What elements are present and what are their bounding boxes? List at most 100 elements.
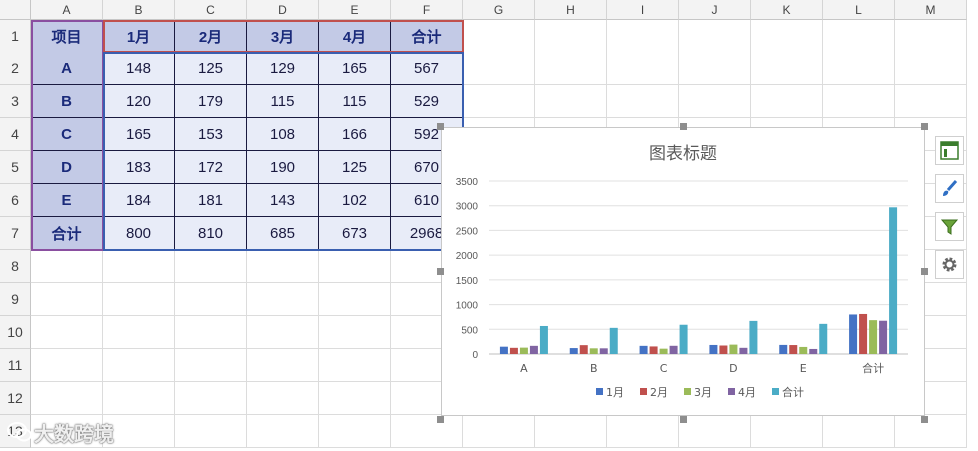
empty-cell[interactable]	[31, 349, 103, 382]
row-header[interactable]: 6	[0, 184, 31, 217]
empty-cell[interactable]	[175, 415, 247, 448]
table-row-label-cell[interactable]: B	[31, 85, 103, 118]
table-value-cell[interactable]: 166	[319, 118, 391, 151]
table-header-cell[interactable]: 合计	[391, 20, 463, 53]
resize-handle[interactable]	[921, 268, 928, 275]
empty-cell[interactable]	[463, 415, 535, 448]
empty-cell[interactable]	[679, 85, 751, 118]
empty-cell[interactable]	[895, 85, 967, 118]
empty-cell[interactable]	[247, 349, 319, 382]
empty-cell[interactable]	[175, 349, 247, 382]
empty-cell[interactable]	[607, 52, 679, 85]
empty-cell[interactable]	[679, 20, 751, 53]
empty-cell[interactable]	[895, 52, 967, 85]
table-value-cell[interactable]: 115	[319, 85, 391, 118]
column-header[interactable]: I	[607, 0, 679, 20]
empty-cell[interactable]	[319, 415, 391, 448]
table-header-cell[interactable]: 2月	[175, 20, 247, 53]
resize-handle[interactable]	[680, 123, 687, 130]
row-header[interactable]: 5	[0, 151, 31, 184]
empty-cell[interactable]	[247, 382, 319, 415]
empty-cell[interactable]	[247, 250, 319, 283]
table-value-cell[interactable]: 190	[247, 151, 319, 184]
row-header[interactable]: 2	[0, 52, 31, 85]
column-header[interactable]: C	[175, 0, 247, 20]
resize-handle[interactable]	[437, 268, 444, 275]
table-value-cell[interactable]: 165	[103, 118, 175, 151]
table-row-label-cell[interactable]: C	[31, 118, 103, 151]
table-header-cell[interactable]: 3月	[247, 20, 319, 53]
chart-object[interactable]: 图表标题 0 500 1000 1500 2000 2500 3000 3500 A B C D E 合计 1…	[441, 127, 925, 416]
table-value-cell[interactable]: 172	[175, 151, 247, 184]
empty-cell[interactable]	[679, 52, 751, 85]
table-value-cell[interactable]: 165	[319, 52, 391, 85]
empty-cell[interactable]	[319, 382, 391, 415]
table-row-label-cell[interactable]: D	[31, 151, 103, 184]
empty-cell[interactable]	[463, 20, 535, 53]
empty-cell[interactable]	[895, 415, 967, 448]
table-value-cell[interactable]: 184	[103, 184, 175, 217]
table-value-cell[interactable]: 181	[175, 184, 247, 217]
empty-cell[interactable]	[679, 415, 751, 448]
column-header[interactable]: D	[247, 0, 319, 20]
table-value-cell[interactable]: 115	[247, 85, 319, 118]
column-header[interactable]: M	[895, 0, 967, 20]
table-header-cell[interactable]: 项目	[31, 20, 103, 53]
column-header[interactable]: J	[679, 0, 751, 20]
empty-cell[interactable]	[823, 52, 895, 85]
resize-handle[interactable]	[437, 416, 444, 423]
column-header[interactable]: E	[319, 0, 391, 20]
empty-cell[interactable]	[247, 316, 319, 349]
column-header[interactable]: A	[31, 0, 103, 20]
column-header[interactable]: F	[391, 0, 463, 20]
empty-cell[interactable]	[463, 85, 535, 118]
table-value-cell[interactable]: 183	[103, 151, 175, 184]
empty-cell[interactable]	[895, 20, 967, 53]
empty-cell[interactable]	[175, 283, 247, 316]
table-row-label-cell[interactable]: E	[31, 184, 103, 217]
row-header[interactable]: 1	[0, 20, 31, 53]
empty-cell[interactable]	[31, 283, 103, 316]
empty-cell[interactable]	[103, 349, 175, 382]
table-value-cell[interactable]: 673	[319, 217, 391, 250]
empty-cell[interactable]	[31, 316, 103, 349]
chart-styles-button[interactable]	[935, 174, 964, 203]
empty-cell[interactable]	[823, 85, 895, 118]
table-value-cell[interactable]: 800	[103, 217, 175, 250]
row-header[interactable]: 4	[0, 118, 31, 151]
empty-cell[interactable]	[31, 250, 103, 283]
empty-cell[interactable]	[247, 283, 319, 316]
column-header[interactable]: K	[751, 0, 823, 20]
table-value-cell[interactable]: 125	[319, 151, 391, 184]
row-header[interactable]: 11	[0, 349, 31, 382]
empty-cell[interactable]	[319, 316, 391, 349]
table-value-cell[interactable]: 567	[391, 52, 463, 85]
empty-cell[interactable]	[607, 85, 679, 118]
resize-handle[interactable]	[921, 123, 928, 130]
empty-cell[interactable]	[319, 349, 391, 382]
select-all-corner[interactable]	[0, 0, 31, 20]
table-value-cell[interactable]: 685	[247, 217, 319, 250]
empty-cell[interactable]	[463, 52, 535, 85]
chart-settings-button[interactable]	[935, 250, 964, 279]
row-header[interactable]: 3	[0, 85, 31, 118]
table-value-cell[interactable]: 108	[247, 118, 319, 151]
resize-handle[interactable]	[437, 123, 444, 130]
table-value-cell[interactable]: 810	[175, 217, 247, 250]
table-value-cell[interactable]: 148	[103, 52, 175, 85]
empty-cell[interactable]	[607, 415, 679, 448]
chart-filters-button[interactable]	[935, 212, 964, 241]
row-header[interactable]: 8	[0, 250, 31, 283]
empty-cell[interactable]	[823, 415, 895, 448]
row-header[interactable]: 12	[0, 382, 31, 415]
empty-cell[interactable]	[535, 52, 607, 85]
empty-cell[interactable]	[31, 382, 103, 415]
empty-cell[interactable]	[535, 85, 607, 118]
table-value-cell[interactable]: 125	[175, 52, 247, 85]
empty-cell[interactable]	[751, 52, 823, 85]
empty-cell[interactable]	[319, 283, 391, 316]
table-value-cell[interactable]: 179	[175, 85, 247, 118]
row-header[interactable]: 7	[0, 217, 31, 250]
empty-cell[interactable]	[103, 250, 175, 283]
table-row-label-cell[interactable]: 合计	[31, 217, 103, 250]
